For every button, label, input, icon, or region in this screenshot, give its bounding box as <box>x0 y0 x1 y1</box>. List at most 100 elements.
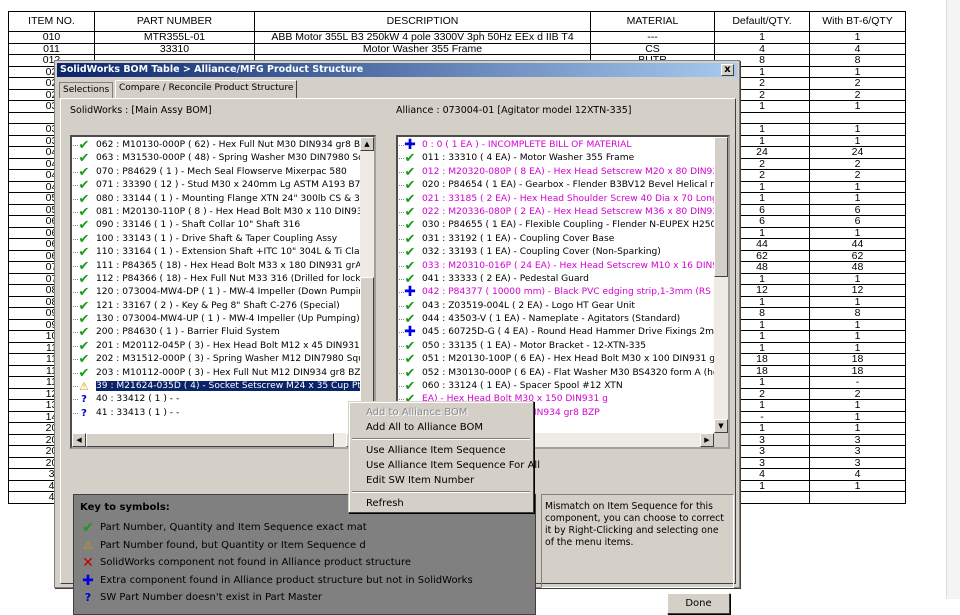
tree-item-label: 042 : P84377 ( 10000 mm) - Black PVC edg… <box>422 287 714 298</box>
tree-item[interactable]: ✔ 011 : 33310 ( 4 EA) - Motor Washer 355 … <box>398 151 714 167</box>
check-icon: ✔ <box>404 164 416 180</box>
tree-item[interactable]: ✔ 051 : M20130-100P ( 6 EA) - Hex Head Bo… <box>398 353 714 366</box>
tree-item[interactable]: ✔ 060 : 33124 ( 1 EA) - Spacer Spool #12 … <box>398 380 714 393</box>
check-icon: ✔ <box>404 218 416 234</box>
menu-item[interactable]: Use Alliance Item Sequence For All <box>366 458 540 473</box>
menu-item[interactable]: Add to Alliance BOM <box>366 405 467 420</box>
tree-item-label: 032 : 33193 ( 1 EA) - Coupling Cover (No… <box>422 247 661 258</box>
alliance-vscroll[interactable]: ▼ <box>714 137 728 433</box>
bom-cell: --- <box>590 31 715 44</box>
scroll-thumb[interactable] <box>714 137 728 277</box>
tree-item[interactable]: ✔ 063 : M31530-000P ( 48) - Spring Washer… <box>72 152 360 165</box>
scroll-right-button[interactable]: ▶ <box>700 433 714 447</box>
menu-item[interactable]: Edit SW Item Number <box>366 473 474 488</box>
bom-cell: 2 <box>809 88 906 101</box>
tree-item[interactable]: ✚ 045 : 60725D-G ( 4 EA) - Round Head Ham… <box>398 325 714 339</box>
hscroll-thumb[interactable] <box>86 433 334 447</box>
tree-item[interactable]: ✔ 202 : M31512-000P ( 3) - Spring Washer … <box>72 352 360 368</box>
tree-item-label: 022 : M20336-080P ( 2 EA) - Hex Head Set… <box>422 206 714 217</box>
tree-item[interactable]: ✚ 042 : P84377 ( 10000 mm) - Black PVC ed… <box>398 285 714 299</box>
tree-item-label: 080 : 33144 ( 1 ) - Mounting Flange XTN … <box>96 193 360 204</box>
tree-item[interactable]: ✔ 080 : 33144 ( 1 ) - Mounting Flange XTN… <box>72 193 360 206</box>
tree-item[interactable]: ? 40 : 33412 ( 1 ) - - <box>72 393 360 406</box>
tree-item[interactable]: ✔ 032 : 33193 ( 1 EA) - Coupling Cover (N… <box>398 245 714 261</box>
check-icon: ✔ <box>78 352 90 368</box>
tree-item[interactable]: ✔ 201 : M20112-045P ( 3) - Hex Head Bolt … <box>72 340 360 353</box>
tree-item[interactable]: ✔ 100 : 33143 ( 1 ) - Drive Shaft & Taper… <box>72 233 360 246</box>
check-icon: ✔ <box>404 231 416 247</box>
tree-item-label: 081 : M20130-110P ( 8 ) - Hex Head Bolt … <box>96 206 360 217</box>
tree-item[interactable]: ✔ 043 : Z03519-004L ( 2 EA) - Logo HT Gea… <box>398 300 714 313</box>
tree-item[interactable]: ✔ 112 : P84366 ( 18) - Hex Full Nut M33 3… <box>72 273 360 286</box>
tree-item-label: 021 : 33185 ( 2 EA) - Hex Head Shoulder … <box>422 193 714 204</box>
dialog-titlebar[interactable]: SolidWorks BOM Table > Alliance/MFG Prod… <box>57 63 737 77</box>
check-icon: ✔ <box>404 151 416 167</box>
tree-item[interactable]: ✔ 111 : P84365 ( 18) - Hex Head Bolt M33 … <box>72 260 360 273</box>
tree-item[interactable]: ✔ 022 : M20336-080P ( 2 EA) - Hex Head Se… <box>398 204 714 220</box>
tree-item[interactable]: ✔ 030 : P84655 ( 1 EA) - Flexible Couplin… <box>398 218 714 234</box>
tree-item[interactable]: ✔ 110 : 33164 ( 1 ) - Extension Shaft +IT… <box>72 245 360 261</box>
tree-item-label: 112 : P84366 ( 18) - Hex Full Nut M33 31… <box>96 273 360 284</box>
tree-item[interactable]: ✔ 050 : 33135 ( 1 EA) - Motor Bracket - 1… <box>398 340 714 353</box>
tree-item[interactable]: ✔ 070 : P84629 ( 1 ) - Mech Seal Flowserv… <box>72 166 360 179</box>
tree-item[interactable]: ✔ 081 : M20130-110P ( 8 ) - Hex Head Bolt… <box>72 206 360 219</box>
tree-item[interactable]: ✔ 033 : M20310-016P ( 24 EA) - Hex Head S… <box>398 260 714 273</box>
tree-item[interactable]: ✔ 041 : 33333 ( 2 EA) - Pedestal Guard <box>398 273 714 286</box>
solidworks-tree-rows: ✔ 062 : M10130-000P ( 62) - Hex Full Nut … <box>72 137 360 433</box>
tree-item-label: 200 : P84630 ( 1 ) - Barrier Fluid Syste… <box>96 327 280 338</box>
tree-item[interactable]: ✔ 020 : P84654 ( 1 EA) - Gearbox - Flende… <box>398 179 714 192</box>
menu-item[interactable]: Refresh <box>366 496 404 511</box>
close-button[interactable]: x <box>721 64 734 76</box>
bom-cell: 1 <box>809 479 906 492</box>
tree-item[interactable]: ✔ 062 : M10130-000P ( 62) - Hex Full Nut … <box>72 138 360 153</box>
bom-cell: 1 <box>809 272 906 285</box>
tree-item-label: 111 : P84365 ( 18) - Hex Head Bolt M33 x… <box>96 260 360 271</box>
check-icon: ✔ <box>78 138 90 153</box>
tree-item[interactable]: ✔ 012 : M20320-080P ( 8 EA) - Hex Head Se… <box>398 164 714 180</box>
bom-row: 010 MTR355L-01 ABB Motor 355L B3 250kW 4 p… <box>8 31 906 44</box>
tree-item[interactable]: ✔ 031 : 33192 ( 1 EA) - Coupling Cover Ba… <box>398 231 714 247</box>
scroll-up-button[interactable]: ▲ <box>360 137 374 151</box>
tree-item[interactable]: ✔ 052 : M30130-000P ( 6 EA) - Flat Washer… <box>398 367 714 380</box>
key-item: ⚠ Part Number found, but Quantity or Item… <box>80 538 366 554</box>
alliance-label: Alliance : 073004-01 [Agitator model 12X… <box>396 105 632 116</box>
check-icon: ✔ <box>404 204 416 220</box>
tree-item[interactable]: ✔ 121 : 33167 ( 2 ) - Key & Peg 8" Shaft … <box>72 300 360 313</box>
tree-item[interactable]: ⚠ 39 : M21624-035D ( 4) - Socket Setscrew… <box>72 380 360 393</box>
bom-cell: 1 <box>809 295 906 308</box>
tree-item[interactable]: ✔ 021 : 33185 ( 2 EA) - Hex Head Shoulder… <box>398 193 714 206</box>
bom-cell: 1 <box>809 192 906 205</box>
tree-item[interactable]: ✔ 090 : 33146 ( 1 ) - Shaft Collar 10" Sh… <box>72 219 360 232</box>
tree-item[interactable]: ✔ 130 : 073004-MW4-UP ( 1 ) - MW-4 Impell… <box>72 313 360 326</box>
done-button[interactable]: Done <box>667 593 730 614</box>
solidworks-tree[interactable]: ✔ 062 : M10130-000P ( 62) - Hex Full Nut … <box>70 135 376 449</box>
tree-item[interactable]: ✔ 203 : M10112-000P ( 3) - Hex Full Nut M… <box>72 367 360 380</box>
tab-selections[interactable]: Selections <box>59 82 114 98</box>
solidworks-hscroll[interactable]: ◀ ▶ <box>72 433 360 447</box>
menu-item[interactable]: Use Alliance Item Sequence <box>366 443 506 458</box>
tree-item[interactable]: ✚ 0 : 0 ( 1 EA ) - INCOMPLETE BILL OF MAT… <box>398 138 714 152</box>
scroll-left-button[interactable]: ◀ <box>72 433 86 447</box>
check-icon: ✔ <box>78 325 90 341</box>
bom-cell: 1 <box>809 330 906 343</box>
tree-item-label: 060 : 33124 ( 1 EA) - Spacer Spool #12 X… <box>422 381 623 392</box>
bom-cell: Motor Washer 355 Frame <box>254 42 591 55</box>
menu-item[interactable]: Add All to Alliance BOM <box>366 420 483 435</box>
bom-cell: 1 <box>809 134 906 147</box>
tree-item[interactable]: ✔ 044 : 43503-V ( 1 EA) - Nameplate - Agi… <box>398 313 714 326</box>
bom-cell: 010 <box>8 31 95 44</box>
bom-cell: 62 <box>809 249 906 262</box>
tab-compare-reconcile[interactable]: Compare / Reconcile Product Structure <box>115 80 298 98</box>
plus-icon: ✚ <box>82 572 94 589</box>
tree-item-label: 121 : 33167 ( 2 ) - Key & Peg 8" Shaft C… <box>96 300 340 311</box>
tree-item[interactable]: ✔ 200 : P84630 ( 1 ) - Barrier Fluid Syst… <box>72 325 360 341</box>
tree-item-label: 090 : 33146 ( 1 ) - Shaft Collar 10" Sha… <box>96 220 301 231</box>
tree-item[interactable]: ✔ 071 : 33390 ( 12 ) - Stud M30 x 240mm L… <box>72 179 360 192</box>
tree-item[interactable]: ? 41 : 33413 ( 1 ) - - <box>72 407 360 420</box>
check-icon: ✔ <box>78 245 90 261</box>
tree-item[interactable]: ✔ 120 : 073004-MW4-DP ( 1 ) - MW-4 Impell… <box>72 286 360 299</box>
bom-cell: 1 <box>809 65 906 78</box>
check-icon: ✔ <box>404 245 416 261</box>
scroll-down-button[interactable]: ▼ <box>714 419 728 433</box>
solidworks-vscroll[interactable]: ▲ <box>360 137 374 433</box>
